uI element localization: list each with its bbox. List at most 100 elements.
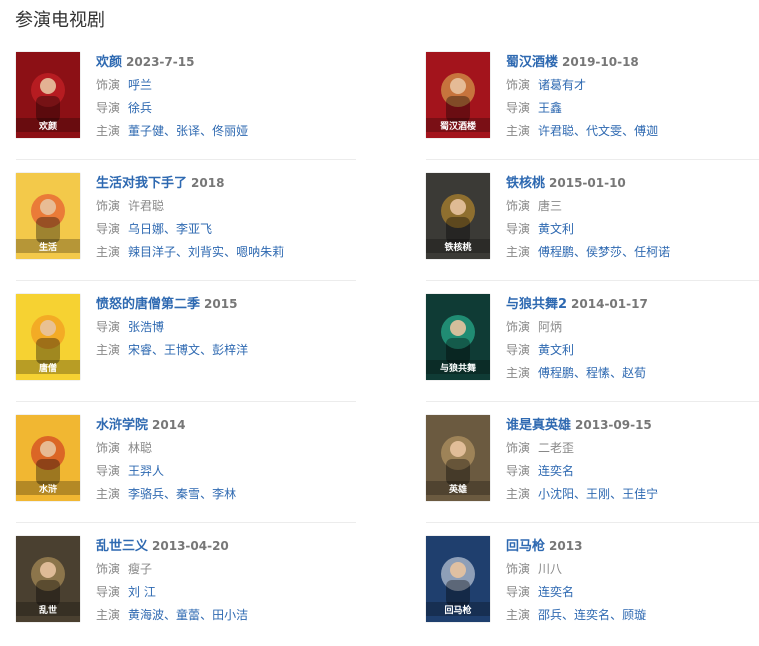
person-link[interactable]: 侯梦莎 [586,245,622,259]
name-separator: 、 [200,608,213,622]
credit-label: 主演 [506,608,531,622]
person-link[interactable]: 傅程鹏 [538,245,574,259]
poster-image[interactable]: 铁核桃 [426,173,490,259]
person-link[interactable]: 王羿人 [128,464,164,478]
show-info: 水浒学院 2014 饰演 林聪 导演 王羿人 主演 李骆兵、秦雪、李林 [96,415,356,503]
show-title-link[interactable]: 与狼共舞2 [506,297,567,312]
person-link[interactable]: 董子健 [128,124,164,138]
person-link[interactable]: 赵荀 [622,366,646,380]
person-link[interactable]: 连奕名 [538,585,574,599]
person-link[interactable]: 田小洁 [212,608,248,622]
show-title-link[interactable]: 生活对我下手了 [96,176,187,191]
person-link[interactable]: 小沈阳 [538,487,574,501]
credit-row: 饰演 瘦子 [96,560,356,578]
person-link[interactable]: 王博文 [164,343,200,357]
person-link[interactable]: 秦雪 [176,487,200,501]
row-divider [16,401,356,402]
poster-image[interactable]: 欢颜 [16,52,80,138]
poster-image[interactable]: 乱世 [16,536,80,622]
person-link[interactable]: 连奕名 [538,464,574,478]
show-title-link[interactable]: 愤怒的唐僧第二季 [96,297,200,312]
show-title-link[interactable]: 谁是真英雄 [506,418,571,433]
poster-image[interactable]: 蜀汉酒楼 [426,52,490,138]
show-title-link[interactable]: 蜀汉酒楼 [506,55,558,70]
person-link[interactable]: 李骆兵 [128,487,164,501]
person-link[interactable]: 张浩博 [128,320,164,334]
poster-title-text: 英雄 [448,483,467,495]
person-link[interactable]: 代文雯 [586,124,622,138]
poster-image[interactable]: 唐僧 [16,294,80,380]
person-link[interactable]: 嗯呐朱莉 [236,245,284,259]
show-title-link[interactable]: 水浒学院 [96,418,148,433]
person-link[interactable]: 彭梓洋 [212,343,248,357]
poster-image[interactable]: 英雄 [426,415,490,501]
credit-row: 饰演 呼兰 [96,76,356,94]
person-link[interactable]: 乌日娜 [128,222,164,236]
poster-image[interactable]: 回马枪 [426,536,490,622]
poster-image[interactable]: 水浒 [16,415,80,501]
show-title-link[interactable]: 乱世三义 [96,539,148,554]
person-link[interactable]: 连奕名 [574,608,610,622]
person-link[interactable]: 王佳宁 [622,487,658,501]
person-name: 川八 [538,562,563,576]
show-title-link[interactable]: 回马枪 [506,539,545,554]
person-link[interactable]: 刘背实 [188,245,224,259]
person-link[interactable]: 傅程鹏 [538,366,574,380]
person-link[interactable]: 辣目洋子 [128,245,176,259]
person-link[interactable]: 诸葛有才 [538,78,586,92]
show-title-link[interactable]: 铁核桃 [506,176,545,191]
credit-row: 导演 王羿人 [96,462,356,480]
person-link[interactable]: 程愫 [586,366,610,380]
person-link[interactable]: 刘 江 [128,585,156,599]
show-title-link[interactable]: 欢颜 [96,55,122,70]
person-link[interactable]: 傅迦 [634,124,658,138]
person-link[interactable]: 邵兵 [538,608,562,622]
credit-label: 主演 [96,343,121,357]
person-link[interactable]: 顾璇 [622,608,646,622]
title-line: 回马枪 2013 [506,537,759,555]
tv-show-card: 回马枪 回马枪 2013 饰演 川八 导演 连奕名 主演 邵兵、连奕名、顾璇 [426,536,759,646]
tv-show-card: 欢颜 欢颜 2023-7-15 饰演 呼兰 导演 徐兵 主演 董子健、张译、佟丽娅 [16,52,356,162]
credit-row: 导演 乌日娜、李亚飞 [96,220,356,238]
poster-art: 欢颜 [16,52,80,138]
credit-label: 导演 [96,464,121,478]
poster-title-text: 回马枪 [444,604,472,616]
person-link[interactable]: 黄海波 [128,608,164,622]
credit-row: 饰演 阿炳 [506,318,759,336]
credit-label: 导演 [506,585,531,599]
title-line: 乱世三义 2013-04-20 [96,537,356,555]
tv-show-card: 铁核桃 铁核桃 2015-01-10 饰演 唐三 导演 黄文利 主演 傅程鹏、侯梦莎、任柯诺 [426,173,759,283]
person-link[interactable]: 许君聪 [538,124,574,138]
person-link[interactable]: 呼兰 [128,78,152,92]
poster-image[interactable]: 生活 [16,173,80,259]
tv-show-card: 水浒 水浒学院 2014 饰演 林聪 导演 王羿人 主演 李骆兵、秦雪、李林 [16,415,356,525]
person-link[interactable]: 童蕾 [176,608,200,622]
tv-show-card: 英雄 谁是真英雄 2013-09-15 饰演 二老歪 导演 连奕名 主演 小沈阳、王刚、王佳宁 [426,415,759,525]
person-link[interactable]: 王刚 [586,487,610,501]
person-link[interactable]: 张译 [176,124,200,138]
poster-image[interactable]: 与狼共舞 [426,294,490,380]
name-separator: 、 [562,608,575,622]
name-separator: 、 [610,487,623,501]
person-link[interactable]: 黄文利 [538,343,574,357]
person-link[interactable]: 王鑫 [538,101,562,115]
name-separator: 、 [164,222,177,236]
credit-label: 导演 [506,343,531,357]
credit-row: 饰演 川八 [506,560,759,578]
person-link[interactable]: 徐兵 [128,101,152,115]
show-date: 2023-7-15 [126,55,195,69]
person-link[interactable]: 李林 [212,487,236,501]
credit-row: 导演刘 江 [96,583,356,601]
poster-title-text: 欢颜 [38,120,57,132]
show-info: 生活对我下手了 2018 饰演 许君聪 导演 乌日娜、李亚飞 主演 辣目洋子、刘背实、嗯呐朱莉 [96,173,356,261]
poster-art: 英雄 [426,415,490,501]
person-link[interactable]: 黄文利 [538,222,574,236]
person-link[interactable]: 佟丽娅 [212,124,248,138]
poster-art: 蜀汉酒楼 [426,52,490,138]
person-link[interactable]: 李亚飞 [176,222,212,236]
person-link[interactable]: 宋睿 [128,343,152,357]
poster-art: 回马枪 [426,536,490,622]
row-divider [16,522,356,523]
row-divider [16,280,356,281]
person-link[interactable]: 任柯诺 [634,245,670,259]
